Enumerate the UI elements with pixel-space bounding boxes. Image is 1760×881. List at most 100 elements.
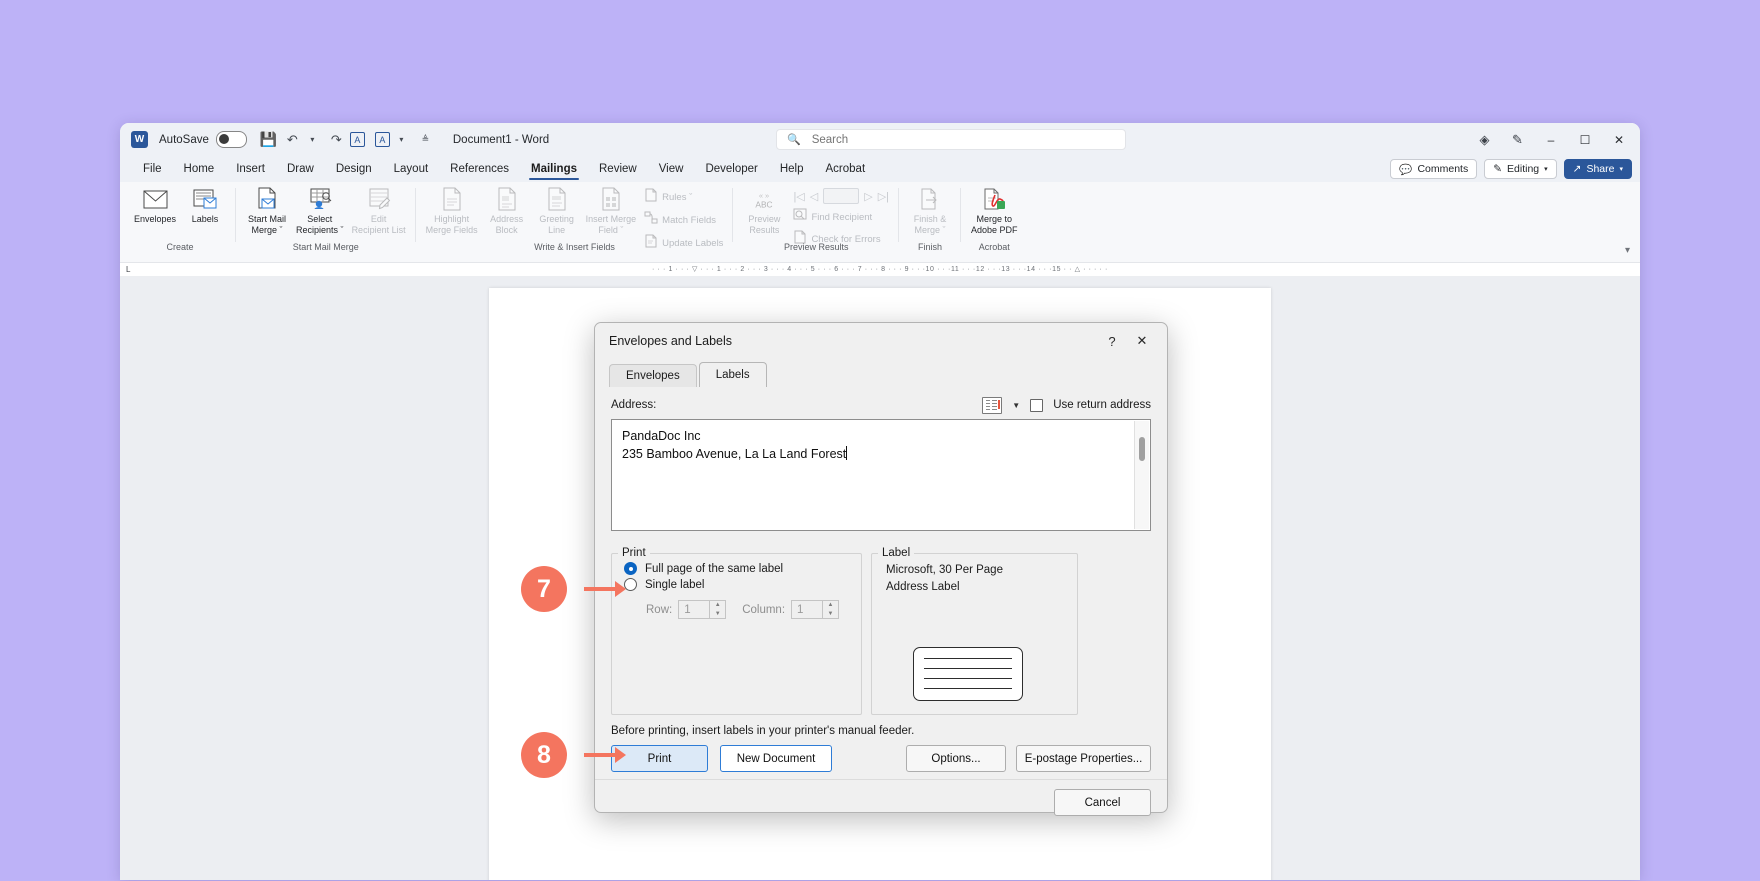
ribbon-tab-draw[interactable]: Draw: [276, 156, 325, 182]
envelopes-label: Envelopes: [134, 214, 176, 225]
envelopes-button[interactable]: Envelopes: [130, 185, 180, 225]
minimize-button[interactable]: –: [1534, 123, 1568, 156]
full-page-radio-row[interactable]: Full page of the same label: [624, 562, 861, 575]
use-return-address-checkbox[interactable]: [1030, 399, 1043, 412]
first-record-icon[interactable]: |◁: [793, 190, 804, 203]
full-page-label: Full page of the same label: [645, 563, 783, 575]
ribbon-tab-view[interactable]: View: [648, 156, 695, 182]
ribbon-tab-review[interactable]: Review: [588, 156, 648, 182]
match-fields-label: Match Fields: [662, 215, 716, 226]
last-record-icon[interactable]: ▷|: [878, 190, 889, 203]
undo-icon[interactable]: ↶: [282, 129, 303, 150]
dialog-tab-envelopes[interactable]: Envelopes: [609, 364, 697, 387]
select-recipients-button[interactable]: Select Recipients ˇ: [292, 185, 348, 235]
ribbon-tab-help[interactable]: Help: [769, 156, 815, 182]
address-block-button[interactable]: Address Block: [482, 185, 532, 235]
finish-and-merge-button[interactable]: Finish & Merge ˇ: [905, 185, 955, 235]
ribbon-tab-references[interactable]: References: [439, 156, 520, 182]
ribbon-group-acrobat: Merge to Adobe PDF Acrobat: [961, 182, 1028, 256]
ribbon-tab-acrobat[interactable]: Acrobat: [815, 156, 877, 182]
record-number-input[interactable]: [823, 188, 859, 204]
ribbon-tab-insert[interactable]: Insert: [225, 156, 276, 182]
diamond-icon[interactable]: ◈: [1474, 129, 1495, 150]
previous-record-icon[interactable]: ◁: [810, 190, 818, 203]
save-icon[interactable]: 💾: [258, 129, 279, 150]
highlight-merge-fields-icon: [438, 186, 466, 212]
close-button[interactable]: ✕: [1602, 123, 1636, 156]
row-column-row: Row: 1 ▲▼ Column: 1 ▲▼: [646, 600, 861, 619]
select-recipients-icon: [306, 186, 334, 212]
labels-button[interactable]: Labels: [180, 185, 230, 225]
editor-icon[interactable]: A: [375, 132, 390, 147]
start-mail-merge-button[interactable]: Start Mail Merge ˇ: [242, 185, 292, 235]
ribbon-tab-mailings[interactable]: Mailings: [520, 156, 588, 182]
autosave-toggle[interactable]: [216, 131, 247, 148]
group-name-acrobat: Acrobat: [967, 242, 1022, 252]
row-stepper[interactable]: 1 ▲▼: [678, 600, 726, 619]
customize-quick-access-icon[interactable]: ≜: [415, 129, 436, 150]
row-stepper-down-icon[interactable]: ▼: [710, 610, 725, 619]
share-button[interactable]: ↗ Share ▾: [1564, 159, 1632, 179]
pen-icon[interactable]: ✎: [1507, 129, 1528, 150]
preview-results-button[interactable]: « »ABC Preview Results: [739, 185, 789, 235]
options-button[interactable]: Options...: [906, 745, 1006, 772]
ribbon-tab-layout[interactable]: Layout: [383, 156, 440, 182]
editing-mode-button[interactable]: ✎ Editing ▾: [1484, 159, 1556, 179]
dialog-tab-labels[interactable]: Labels: [699, 362, 767, 387]
address-book-icon[interactable]: [982, 397, 1002, 414]
next-record-icon[interactable]: ▷: [864, 190, 872, 203]
pencil-icon: ✎: [1493, 163, 1502, 175]
read-aloud-icon[interactable]: A: [350, 132, 365, 147]
dialog-title-bar: Envelopes and Labels ? ✕: [595, 323, 1167, 359]
dialog-help-button[interactable]: ?: [1097, 327, 1127, 355]
rules-button[interactable]: Rules ˇ: [640, 186, 727, 209]
ribbon-tab-file[interactable]: File: [132, 156, 173, 182]
autosave-label: AutoSave: [159, 134, 209, 146]
preview-results-label: Preview Results: [748, 214, 780, 235]
epostage-properties-button[interactable]: E-postage Properties...: [1016, 745, 1151, 772]
label-preview[interactable]: [913, 647, 1023, 701]
record-navigation[interactable]: |◁ ◁ ▷ ▷|: [789, 186, 893, 206]
address-textarea[interactable]: PandaDoc Inc 235 Bamboo Avenue, La La La…: [611, 419, 1151, 531]
insert-merge-field-button[interactable]: Insert Merge Field ˇ: [582, 185, 641, 235]
label-group-legend: Label: [878, 547, 914, 559]
column-stepper-down-icon[interactable]: ▼: [823, 610, 838, 619]
dialog-close-button[interactable]: ✕: [1127, 327, 1157, 355]
dialog-tab-envelopes-label: Envelopes: [626, 370, 680, 382]
merge-to-adobe-pdf-button[interactable]: Merge to Adobe PDF: [967, 185, 1022, 235]
editor-chevron-down-icon[interactable]: ▾: [391, 129, 412, 150]
merge-to-adobe-pdf-icon: [980, 186, 1008, 212]
search-box[interactable]: 🔍: [776, 129, 1126, 150]
redo-icon[interactable]: ↷: [326, 129, 347, 150]
column-stepper-up-icon[interactable]: ▲: [823, 601, 838, 610]
find-recipient-icon: [793, 208, 807, 226]
find-recipient-button[interactable]: Find Recipient: [789, 206, 893, 228]
maximize-button[interactable]: ☐: [1568, 123, 1602, 156]
column-stepper[interactable]: 1 ▲▼: [791, 600, 839, 619]
start-mail-merge-icon: [253, 186, 281, 212]
highlight-merge-fields-button[interactable]: Highlight Merge Fields: [422, 185, 482, 235]
horizontal-ruler[interactable]: L · · · 1 · · · ▽ · · · 1 · · · 2 · · · …: [120, 263, 1640, 277]
edit-recipient-list-icon: [365, 186, 393, 212]
comments-button[interactable]: 💬 Comments: [1390, 159, 1477, 179]
match-fields-button[interactable]: Match Fields: [640, 209, 727, 232]
ribbon-tab-developer[interactable]: Developer: [694, 156, 768, 182]
full-page-radio[interactable]: [624, 562, 637, 575]
ribbon-tab-home[interactable]: Home: [173, 156, 226, 182]
single-label-radio-row[interactable]: Single label: [624, 578, 861, 591]
cancel-button[interactable]: Cancel: [1054, 789, 1151, 816]
dialog-tab-labels-label: Labels: [716, 369, 750, 381]
undo-chevron-down-icon[interactable]: ▾: [302, 129, 323, 150]
search-input[interactable]: [810, 133, 1115, 147]
greeting-line-button[interactable]: Greeting Line: [532, 185, 582, 235]
row-stepper-up-icon[interactable]: ▲: [710, 601, 725, 610]
edit-recipient-list-button[interactable]: Edit Recipient List: [348, 185, 410, 235]
printer-note: Before printing, insert labels in your p…: [611, 725, 914, 737]
collapse-ribbon-icon[interactable]: ▾: [1625, 245, 1630, 256]
word-logo-icon: W: [131, 131, 148, 148]
comment-bubble-icon: 💬: [1399, 163, 1412, 176]
address-book-chevron-down-icon[interactable]: ▼: [1012, 401, 1020, 410]
new-document-button[interactable]: New Document: [720, 745, 832, 772]
address-scrollbar[interactable]: [1134, 421, 1149, 529]
ribbon-tab-design[interactable]: Design: [325, 156, 383, 182]
